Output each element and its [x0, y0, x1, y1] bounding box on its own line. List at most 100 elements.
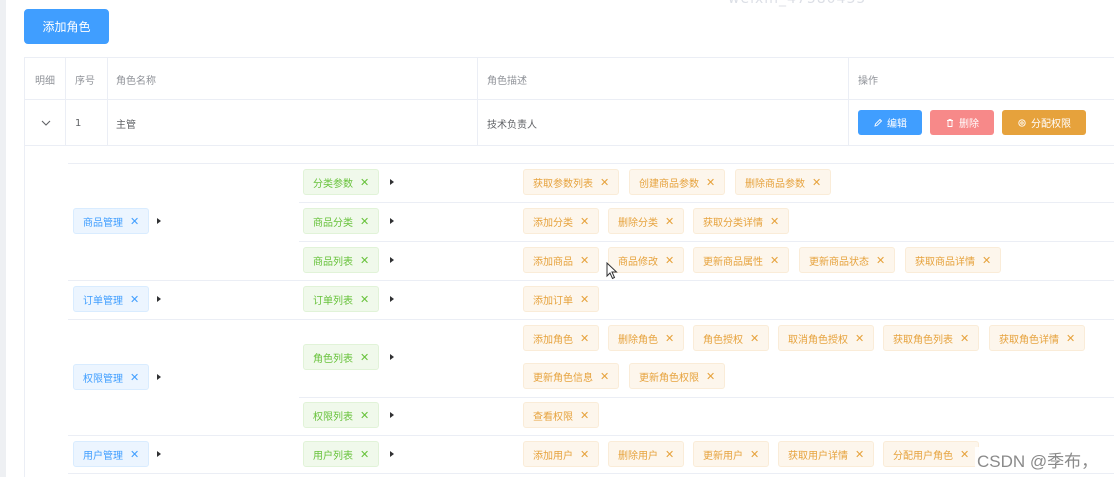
rights-l3-tag: 获取参数列表 ✕	[523, 169, 620, 195]
tag-label: 订单管理	[83, 295, 123, 307]
caret-right-icon	[157, 374, 161, 380]
assign-rights-button[interactable]: 分配权限	[1002, 110, 1086, 135]
tag-label: 商品修改	[618, 256, 658, 268]
close-icon[interactable]: ✕	[360, 351, 369, 364]
close-icon[interactable]: ✕	[360, 448, 369, 461]
tag-label: 分类参数	[313, 178, 353, 190]
rights-l3-tag: 添加角色 ✕	[523, 325, 600, 351]
close-icon[interactable]: ✕	[750, 332, 759, 345]
rights-l3-tag: 更新商品状态 ✕	[799, 247, 896, 273]
caret-right-icon	[390, 451, 394, 457]
close-icon[interactable]: ✕	[130, 371, 139, 384]
close-icon[interactable]: ✕	[665, 332, 674, 345]
close-icon[interactable]: ✕	[600, 176, 609, 189]
rights-l3-tag: 删除分类 ✕	[608, 208, 685, 234]
rights-l1-tag: 商品管理 ✕	[73, 208, 150, 234]
close-icon[interactable]: ✕	[1066, 332, 1075, 345]
close-icon[interactable]: ✕	[812, 176, 821, 189]
close-icon[interactable]: ✕	[770, 215, 779, 228]
rights-l3-tag: 删除用户 ✕	[608, 441, 685, 467]
watermark-csdn: CSDN @季布，	[975, 447, 1101, 472]
tag-label: 用户管理	[83, 450, 123, 462]
rights-l3-tag: 创建商品参数 ✕	[629, 169, 726, 195]
rights-l3-tag: 分配用户角色 ✕	[883, 441, 980, 467]
close-icon[interactable]: ✕	[580, 215, 589, 228]
delete-label: 删除	[959, 119, 979, 130]
close-icon[interactable]: ✕	[706, 370, 715, 383]
row-divider	[68, 319, 1114, 320]
caret-right-icon	[390, 218, 394, 224]
caret-right-icon	[157, 218, 161, 224]
close-icon[interactable]: ✕	[960, 448, 969, 461]
close-icon[interactable]: ✕	[750, 448, 759, 461]
header-expand: 明细	[35, 75, 55, 87]
close-icon[interactable]: ✕	[130, 293, 139, 306]
tag-label: 添加分类	[533, 217, 573, 229]
caret-right-icon	[390, 179, 394, 185]
tag-label: 删除角色	[618, 334, 658, 346]
rights-l3-tag: 添加分类 ✕	[523, 208, 600, 234]
caret-right-icon	[390, 296, 394, 302]
row-divider	[299, 241, 1114, 242]
close-icon[interactable]: ✕	[855, 448, 864, 461]
delete-icon	[947, 118, 953, 127]
tag-label: 添加角色	[533, 334, 573, 346]
rights-l3-tag: 更新角色信息 ✕	[523, 363, 620, 389]
rights-l3-tag: 添加用户 ✕	[523, 441, 600, 467]
add-role-button[interactable]: 添加角色	[24, 9, 109, 44]
table-row: 1 主管 技术负责人 编辑 删除 分配权限	[25, 100, 1114, 146]
close-icon[interactable]: ✕	[130, 215, 139, 228]
edit-button[interactable]: 编辑	[858, 110, 922, 135]
tag-label: 角色列表	[313, 353, 353, 365]
rights-l3-tag: 获取角色详情 ✕	[989, 325, 1086, 351]
close-icon[interactable]: ✕	[876, 254, 885, 267]
header-index: 序号	[75, 75, 95, 87]
tag-label: 分配用户角色	[893, 450, 953, 462]
tag-label: 创建商品参数	[639, 178, 699, 190]
caret-right-icon	[390, 257, 394, 263]
header-operations: 操作	[858, 75, 878, 87]
close-icon[interactable]: ✕	[855, 332, 864, 345]
tag-label: 更新角色权限	[639, 372, 699, 384]
delete-button[interactable]: 删除	[930, 110, 994, 135]
close-icon[interactable]: ✕	[360, 293, 369, 306]
close-icon[interactable]: ✕	[580, 332, 589, 345]
close-icon[interactable]: ✕	[360, 254, 369, 267]
close-icon[interactable]: ✕	[665, 448, 674, 461]
tag-label: 权限管理	[83, 373, 123, 385]
close-icon[interactable]: ✕	[600, 370, 609, 383]
close-icon[interactable]: ✕	[665, 215, 674, 228]
tag-label: 商品分类	[313, 217, 353, 229]
tag-label: 获取角色详情	[999, 334, 1059, 346]
close-icon[interactable]: ✕	[130, 448, 139, 461]
close-icon[interactable]: ✕	[580, 448, 589, 461]
rights-l1-tag: 用户管理 ✕	[73, 441, 150, 467]
tag-label: 更新用户	[703, 450, 743, 462]
close-icon[interactable]: ✕	[665, 254, 674, 267]
close-icon[interactable]: ✕	[360, 215, 369, 228]
page-gutter	[0, 0, 6, 477]
close-icon[interactable]: ✕	[770, 254, 779, 267]
close-icon[interactable]: ✕	[580, 254, 589, 267]
close-icon[interactable]: ✕	[706, 176, 715, 189]
rights-l3-tag: 角色授权 ✕	[693, 325, 770, 351]
rights-l2-tag: 权限列表 ✕	[303, 402, 380, 428]
tag-label: 角色授权	[703, 334, 743, 346]
rights-l2-tag: 用户列表 ✕	[303, 441, 380, 467]
close-icon[interactable]: ✕	[982, 254, 991, 267]
close-icon[interactable]: ✕	[360, 409, 369, 422]
rights-l1-tag: 订单管理 ✕	[73, 286, 150, 312]
close-icon[interactable]: ✕	[960, 332, 969, 345]
close-icon[interactable]: ✕	[580, 293, 589, 306]
rights-l1-tag: 权限管理 ✕	[73, 364, 150, 390]
close-icon[interactable]: ✕	[580, 409, 589, 422]
mouse-cursor-icon	[606, 262, 618, 280]
tag-label: 商品管理	[83, 217, 123, 229]
rights-l3-tag: 删除角色 ✕	[608, 325, 685, 351]
tag-label: 更新角色信息	[533, 372, 593, 384]
close-icon[interactable]: ✕	[360, 176, 369, 189]
rights-l3-tag: 查看权限 ✕	[523, 402, 600, 428]
tag-label: 更新商品属性	[703, 256, 763, 268]
tag-label: 更新商品状态	[809, 256, 869, 268]
expand-arrow-icon[interactable]	[40, 117, 52, 129]
